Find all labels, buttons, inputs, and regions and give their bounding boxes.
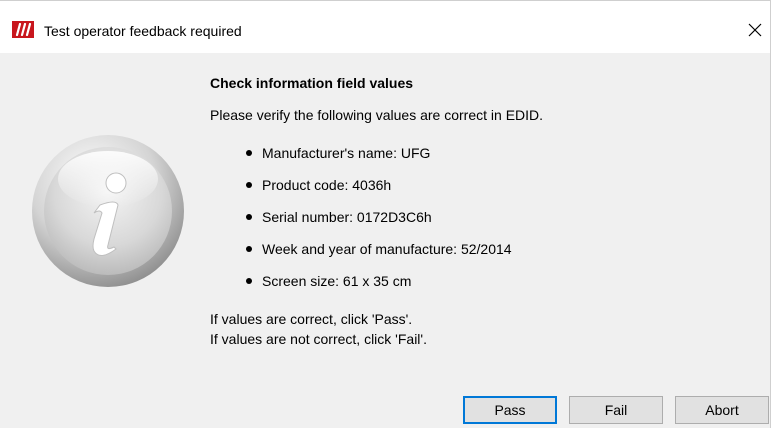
value-text: Screen size: 61 x 35 cm: [262, 273, 412, 289]
instruction-pass: If values are correct, click 'Pass'.: [210, 311, 413, 327]
abort-button[interactable]: Abort: [675, 396, 769, 424]
bullet-icon: [246, 150, 252, 156]
value-text: Manufacturer's name: UFG: [262, 145, 431, 161]
value-item: Product code: 4036h: [246, 175, 750, 195]
close-button[interactable]: [740, 15, 770, 45]
values-list: Manufacturer's name: UFG Product code: 4…: [210, 143, 750, 291]
value-text: Serial number: 0172D3C6h: [262, 209, 432, 225]
title-bar: Test operator feedback required: [0, 1, 770, 53]
value-item: Screen size: 61 x 35 cm: [246, 271, 750, 291]
bullet-icon: [246, 278, 252, 284]
message-intro: Please verify the following values are c…: [210, 107, 544, 123]
bullet-icon: [246, 182, 252, 188]
instructions: If values are correct, click 'Pass'. If …: [210, 309, 427, 349]
bullet-icon: [246, 246, 252, 252]
value-item: Week and year of manufacture: 52/2014: [246, 239, 750, 259]
value-text: Product code: 4036h: [262, 177, 392, 193]
info-icon: [30, 133, 186, 289]
instruction-fail: If values are not correct, click 'Fail'.: [210, 331, 427, 347]
value-text: Week and year of manufacture: 52/2014: [262, 241, 512, 257]
bullet-icon: [246, 214, 252, 220]
close-icon[interactable]: [748, 23, 762, 37]
value-item: Serial number: 0172D3C6h: [246, 207, 750, 227]
feedback-dialog: Test operator feedback required Check in…: [0, 0, 771, 428]
message-content: Check information field values Please ve…: [210, 73, 750, 303]
message-heading: Check information field values: [210, 75, 414, 91]
value-item: Manufacturer's name: UFG: [246, 143, 750, 163]
fail-button[interactable]: Fail: [569, 396, 663, 424]
window-title: Test operator feedback required: [44, 23, 242, 39]
pass-button[interactable]: Pass: [463, 396, 557, 424]
app-logo-icon: [12, 21, 34, 38]
